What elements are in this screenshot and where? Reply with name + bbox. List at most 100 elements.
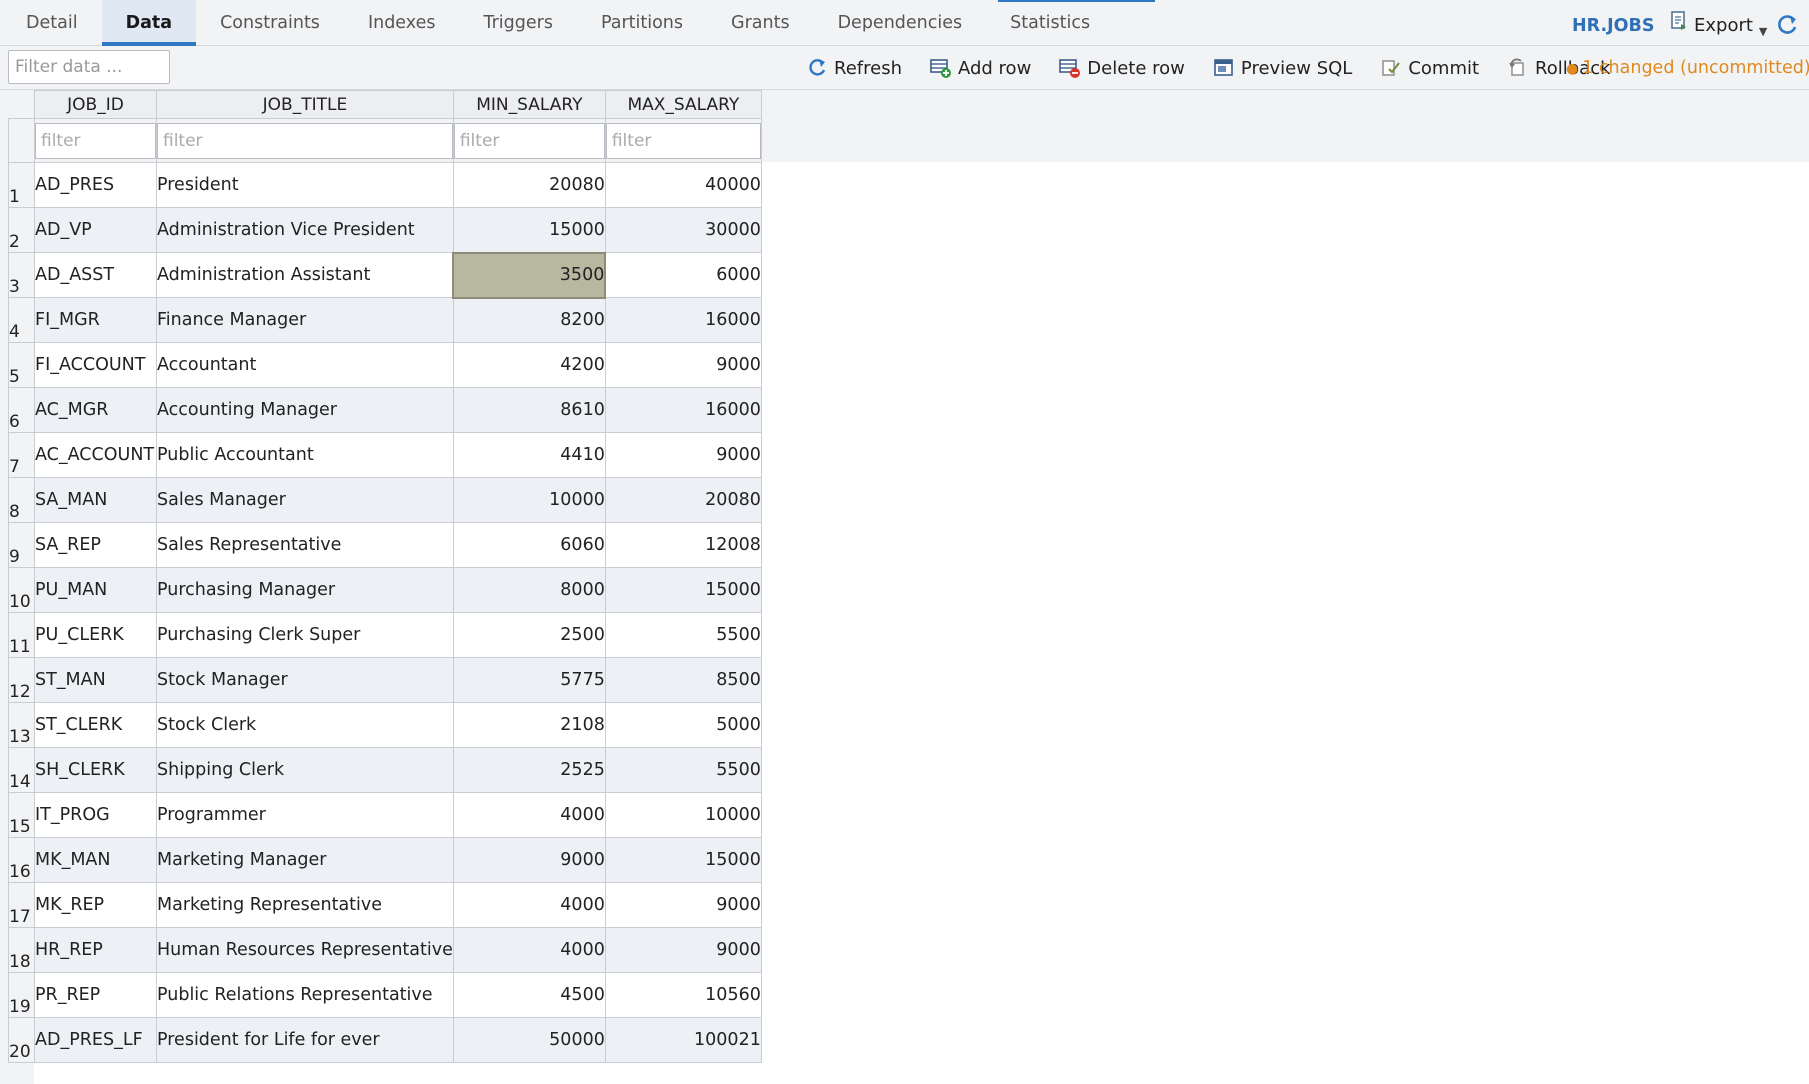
max-salary-cell[interactable]: 15000 — [604, 837, 762, 883]
row-number[interactable]: 7 — [8, 432, 35, 478]
job-title-cell[interactable]: Stock Clerk — [156, 702, 454, 748]
row-number[interactable]: 10 — [8, 567, 35, 613]
tab-data[interactable]: Data — [101, 0, 197, 46]
job-title-cell[interactable]: Programmer — [156, 792, 454, 838]
max-salary-cell[interactable]: 100021 — [604, 1017, 762, 1063]
min-salary-cell[interactable]: 20080 — [452, 162, 606, 208]
table-row[interactable]: 18 HR_REP Human Resources Representative 40… — [8, 927, 762, 973]
table-row[interactable]: 15 IT_PROG Programmer 4000 10000 — [8, 792, 762, 838]
min-salary-cell[interactable]: 2500 — [452, 612, 606, 658]
job-id-cell[interactable]: ST_MAN — [34, 657, 157, 703]
tab-indexes[interactable]: Indexes — [344, 0, 460, 46]
max-salary-cell[interactable]: 5500 — [604, 747, 762, 793]
job-id-cell[interactable]: SA_REP — [34, 522, 157, 568]
job-title-cell[interactable]: Administration Assistant — [156, 252, 454, 298]
job-id-cell[interactable]: ST_CLERK — [34, 702, 157, 748]
column-header-max-salary[interactable]: MAX_SALARY — [604, 90, 762, 119]
table-row[interactable]: 12 ST_MAN Stock Manager 5775 8500 — [8, 657, 762, 703]
min-salary-cell[interactable]: 10000 — [452, 477, 606, 523]
table-row[interactable]: 14 SH_CLERK Shipping Clerk 2525 5500 — [8, 747, 762, 793]
min-salary-cell[interactable]: 8200 — [452, 297, 606, 343]
job-title-cell[interactable]: Finance Manager — [156, 297, 454, 343]
row-number[interactable]: 5 — [8, 342, 35, 388]
filter-data-input[interactable] — [8, 50, 170, 84]
row-number[interactable]: 16 — [8, 837, 35, 883]
min-salary-cell[interactable]: 4000 — [452, 792, 606, 838]
column-header-job-title[interactable]: JOB_TITLE — [156, 90, 454, 119]
job-title-cell[interactable]: Human Resources Representative — [156, 927, 454, 973]
filter-max-salary-input[interactable] — [606, 122, 761, 159]
job-title-cell[interactable]: Accounting Manager — [156, 387, 454, 433]
max-salary-cell[interactable]: 15000 — [604, 567, 762, 613]
table-row[interactable]: 9 SA_REP Sales Representative 6060 12008 — [8, 522, 762, 568]
job-id-cell[interactable]: MK_REP — [34, 882, 157, 928]
job-title-cell[interactable]: Accountant — [156, 342, 454, 388]
row-number[interactable]: 19 — [8, 972, 35, 1018]
max-salary-cell[interactable]: 10560 — [604, 972, 762, 1018]
max-salary-cell[interactable]: 8500 — [604, 657, 762, 703]
job-title-cell[interactable]: Shipping Clerk — [156, 747, 454, 793]
max-salary-cell[interactable]: 40000 — [604, 162, 762, 208]
tab-grants[interactable]: Grants — [707, 0, 814, 46]
min-salary-cell[interactable]: 8610 — [452, 387, 606, 433]
max-salary-cell[interactable]: 9000 — [604, 882, 762, 928]
row-number[interactable]: 6 — [8, 387, 35, 433]
row-number[interactable]: 20 — [8, 1017, 35, 1063]
column-header-job-id[interactable]: JOB_ID — [34, 90, 157, 119]
table-row[interactable]: 7 AC_ACCOUNT Public Accountant 4410 9000 — [8, 432, 762, 478]
job-title-cell[interactable]: Sales Representative — [156, 522, 454, 568]
job-id-cell[interactable]: FI_MGR — [34, 297, 157, 343]
job-title-cell[interactable]: Stock Manager — [156, 657, 454, 703]
max-salary-cell[interactable]: 20080 — [604, 477, 762, 523]
min-salary-cell[interactable]: 50000 — [452, 1017, 606, 1063]
row-number[interactable]: 17 — [8, 882, 35, 928]
job-id-cell[interactable]: SH_CLERK — [34, 747, 157, 793]
job-title-cell[interactable]: Sales Manager — [156, 477, 454, 523]
max-salary-cell[interactable]: 16000 — [604, 387, 762, 433]
tab-partitions[interactable]: Partitions — [577, 0, 707, 46]
job-id-cell[interactable]: SA_MAN — [34, 477, 157, 523]
min-salary-cell[interactable]: 4200 — [452, 342, 606, 388]
job-title-cell[interactable]: President — [156, 162, 454, 208]
min-salary-cell[interactable]: 15000 — [452, 207, 606, 253]
max-salary-cell[interactable]: 9000 — [604, 342, 762, 388]
commit-button[interactable]: Commit — [1380, 57, 1479, 79]
delete-row-button[interactable]: Delete row — [1059, 57, 1185, 79]
row-number[interactable]: 12 — [8, 657, 35, 703]
table-row[interactable]: 13 ST_CLERK Stock Clerk 2108 5000 — [8, 702, 762, 748]
job-id-cell[interactable]: AC_MGR — [34, 387, 157, 433]
table-row[interactable]: 6 AC_MGR Accounting Manager 8610 16000 — [8, 387, 762, 433]
table-row[interactable]: 1 AD_PRES President 20080 40000 — [8, 162, 762, 208]
job-id-cell[interactable]: AD_ASST — [34, 252, 157, 298]
column-header-min-salary[interactable]: MIN_SALARY — [452, 90, 606, 119]
tab-constraints[interactable]: Constraints — [196, 0, 344, 46]
job-id-cell[interactable]: AD_PRES_LF — [34, 1017, 157, 1063]
tab-statistics[interactable]: Statistics — [986, 0, 1114, 46]
table-row[interactable]: 20 AD_PRES_LF President for Life for ever 5… — [8, 1017, 762, 1063]
min-salary-cell[interactable]: 4500 — [452, 972, 606, 1018]
tab-dependencies[interactable]: Dependencies — [814, 0, 987, 46]
row-number[interactable]: 1 — [8, 162, 35, 208]
max-salary-cell[interactable]: 30000 — [604, 207, 762, 253]
job-title-cell[interactable]: Public Accountant — [156, 432, 454, 478]
job-id-cell[interactable]: MK_MAN — [34, 837, 157, 883]
min-salary-cell[interactable]: 4000 — [452, 927, 606, 973]
max-salary-cell[interactable]: 9000 — [604, 432, 762, 478]
min-salary-cell-changed[interactable]: 3500 — [452, 251, 607, 299]
job-id-cell[interactable]: PR_REP — [34, 972, 157, 1018]
table-row[interactable]: 11 PU_CLERK Purchasing Clerk Super 2500 5500 — [8, 612, 762, 658]
table-row[interactable]: 4 FI_MGR Finance Manager 8200 16000 — [8, 297, 762, 343]
job-id-cell[interactable]: AD_PRES — [34, 162, 157, 208]
job-id-cell[interactable]: HR_REP — [34, 927, 157, 973]
job-id-cell[interactable]: PU_CLERK — [34, 612, 157, 658]
row-number[interactable]: 3 — [8, 252, 35, 298]
min-salary-cell[interactable]: 9000 — [452, 837, 606, 883]
job-id-cell[interactable]: FI_ACCOUNT — [34, 342, 157, 388]
job-title-cell[interactable]: Marketing Representative — [156, 882, 454, 928]
max-salary-cell[interactable]: 9000 — [604, 927, 762, 973]
job-id-cell[interactable]: AC_ACCOUNT — [34, 432, 157, 478]
row-number[interactable]: 18 — [8, 927, 35, 973]
min-salary-cell[interactable]: 4000 — [452, 882, 606, 928]
job-title-cell[interactable]: Public Relations Representative — [156, 972, 454, 1018]
max-salary-cell[interactable]: 5500 — [604, 612, 762, 658]
